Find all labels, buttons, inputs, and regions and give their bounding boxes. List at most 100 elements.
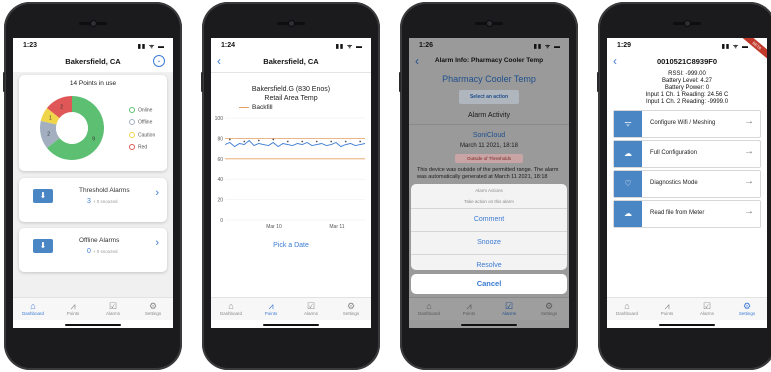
read-file-row[interactable]: ☁ Read file from Meter →: [613, 200, 761, 228]
chart-title: Bakersfield.G (830 Enos): [251, 86, 331, 93]
legend-line-icon: [239, 106, 249, 108]
page-title: Alarm Info: Pharmacy Cooler Temp: [434, 57, 544, 64]
diagnostics-mode-row[interactable]: ♡ Diagnostics Mode →: [613, 170, 761, 198]
chevron-down-icon[interactable]: ⌄: [153, 55, 165, 67]
tab-dashboard[interactable]: ⌂ Dashboard: [211, 301, 251, 316]
y-tick-label: 60: [217, 157, 223, 163]
phone-dashboard: 1:23 ▮▮ ᯤ ▬ Bakersfield, CA ⌄ 14 Points …: [3, 2, 182, 370]
arrow-right-icon: →: [744, 116, 754, 127]
tab-alarms[interactable]: ☑ Alarms: [291, 301, 331, 316]
y-tick-label: 20: [217, 198, 223, 204]
donut-value-label: 9: [92, 136, 95, 142]
data-point-marker: [301, 140, 304, 143]
full-configuration-label: Full Configuration: [650, 150, 698, 156]
chevron-right-icon: ›: [155, 237, 159, 249]
offline-dot-icon: [129, 119, 135, 126]
heartbeat-icon: ♡: [614, 171, 642, 197]
tab-settings[interactable]: ⚙ Settings: [331, 301, 371, 316]
home-icon: ⌂: [228, 301, 234, 311]
tab-alarms[interactable]: ☑ Alarms: [93, 301, 133, 316]
y-tick-label: 40: [217, 177, 223, 183]
legend-label: Backfill: [252, 104, 273, 111]
points-card[interactable]: 14 Points in use 9 2 1 2 Online Offline Cau…: [19, 75, 167, 171]
diagnostics-mode-label: Diagnostics Mode: [650, 180, 698, 186]
rssi-reading: RSSI: -999.00: [668, 71, 706, 77]
snooze-button[interactable]: Snooze: [411, 231, 567, 254]
arrow-right-icon: →: [744, 206, 754, 217]
alarm-icon: ☑: [702, 301, 712, 311]
home-indicator: [461, 323, 517, 326]
data-point-marker: [228, 138, 231, 141]
chart-icon: ⩘: [268, 301, 274, 311]
tab-points[interactable]: ⩘ Points: [251, 301, 291, 316]
select-action-button[interactable]: Select an action: [459, 90, 519, 104]
gear-icon: ⚙: [346, 301, 356, 311]
tab-dashboard[interactable]: ⌂ Dashboard: [409, 301, 449, 316]
full-configuration-row[interactable]: ☁ Full Configuration →: [613, 140, 761, 168]
comment-button[interactable]: Comment: [411, 208, 567, 231]
phone-chart: 1:24 ▮▮ ᯤ ▬ ‹ Bakersfield, CA Bakersfiel…: [201, 2, 380, 370]
camera: [684, 21, 690, 26]
tab-settings[interactable]: ⚙ Settings: [727, 301, 767, 316]
status-badge: Outside of Thresholds: [455, 154, 523, 163]
data-point-marker: [344, 140, 347, 143]
tab-alarms[interactable]: ☑ Alarms: [489, 301, 529, 316]
donut-value-label: 2: [60, 104, 63, 110]
camera: [90, 21, 96, 26]
legend-offline: Offline: [129, 119, 155, 126]
tab-settings[interactable]: ⚙ Settings: [529, 301, 569, 316]
donut-value-label: 2: [47, 131, 50, 137]
cancel-button[interactable]: Cancel: [411, 274, 567, 294]
phone-alarm-info: 1:26 ▮▮ ᯤ ▬ ‹ Alarm Info: Pharmacy Coole…: [399, 2, 578, 370]
volume-button: [597, 72, 599, 92]
chart-icon: ⩘: [70, 301, 76, 311]
phone-meter: BETA 1:29 ▮▮ ᯤ ▬ ‹ 0010521C8939F0 RSSI: …: [597, 2, 771, 370]
tab-dashboard[interactable]: ⌂ Dashboard: [607, 301, 647, 316]
camera: [288, 21, 294, 26]
alarm-message: This device was outside of the permitted…: [417, 167, 559, 180]
meter-info: RSSI: -999.00 Battery Level: 4.27 Batter…: [607, 71, 767, 106]
series-line: [224, 139, 366, 148]
tab-points[interactable]: ⩘ Points: [449, 301, 489, 316]
divider: [409, 124, 569, 125]
legend-caution: Caution: [129, 131, 155, 138]
donut-value-label: 1: [49, 116, 52, 122]
tab-bar: ⌂ Dashboard ⩘ Points ☑ Alarms ⚙ Settings: [211, 297, 371, 320]
pick-date-button[interactable]: Pick a Date: [211, 242, 371, 249]
tab-points[interactable]: ⩘ Points: [647, 301, 687, 316]
configure-wifi-row[interactable]: ᯤ Configure Wifi / Meshing →: [613, 110, 761, 138]
tab-bar: ⌂ Dashboard ⩘ Points ☑ Alarms ⚙ Settings: [607, 297, 767, 320]
configure-wifi-label: Configure Wifi / Meshing: [650, 120, 716, 126]
tab-settings[interactable]: ⚙ Settings: [133, 301, 173, 316]
home-indicator: [659, 323, 715, 326]
threshold-alarms-card[interactable]: ⬇ Threshold Alarms 3 + 0 snoozed ›: [19, 178, 167, 222]
volume-button: [399, 72, 401, 92]
data-point-marker: [286, 140, 289, 143]
alarm-activity-label: Alarm Activity: [467, 112, 510, 119]
data-point-marker: [272, 138, 275, 141]
tab-dashboard[interactable]: ⌂ Dashboard: [13, 301, 53, 316]
data-point-marker: [359, 140, 362, 143]
caution-dot-icon: [129, 131, 135, 138]
chart-icon: ⩘: [664, 301, 670, 311]
threshold-alarms-title: Threshold Alarms: [79, 187, 130, 194]
alarm-actions-sheet: Alarm Actions Take action on this alarm …: [411, 184, 567, 270]
tab-bar: ⌂ Dashboard ⩘ Points ☑ Alarms ⚙ Settings: [409, 297, 569, 320]
threshold-alarms-count: 3 + 0 snoozed: [87, 198, 118, 205]
offline-alarms-card[interactable]: ⬇ Offline Alarms 0 + 0 snoozed ›: [19, 228, 167, 272]
home-icon: ⌂: [30, 301, 36, 311]
camera: [486, 21, 492, 26]
alarm-icon: ☑: [108, 301, 118, 311]
alarm-icon: ☑: [504, 301, 514, 311]
volume-button: [201, 72, 203, 92]
tab-alarms[interactable]: ☑ Alarms: [687, 301, 727, 316]
status-bar: 1:24 ▮▮ ᯤ ▬: [211, 38, 371, 52]
nav-bar: ‹ Alarm Info: Pharmacy Cooler Temp: [409, 52, 569, 72]
home-icon: ⌂: [426, 301, 432, 311]
read-file-label: Read file from Meter: [650, 210, 705, 216]
wifi-icon: ᯤ: [614, 111, 642, 137]
tab-points[interactable]: ⩘ Points: [53, 301, 93, 316]
screen: BETA 1:29 ▮▮ ᯤ ▬ ‹ 0010521C8939F0 RSSI: …: [607, 38, 767, 328]
temperature-line-chart: 100 80 60 40 20 0 Mar 10 Mar 11: [215, 116, 366, 230]
nav-bar: ‹ 0010521C8939F0: [607, 52, 767, 72]
